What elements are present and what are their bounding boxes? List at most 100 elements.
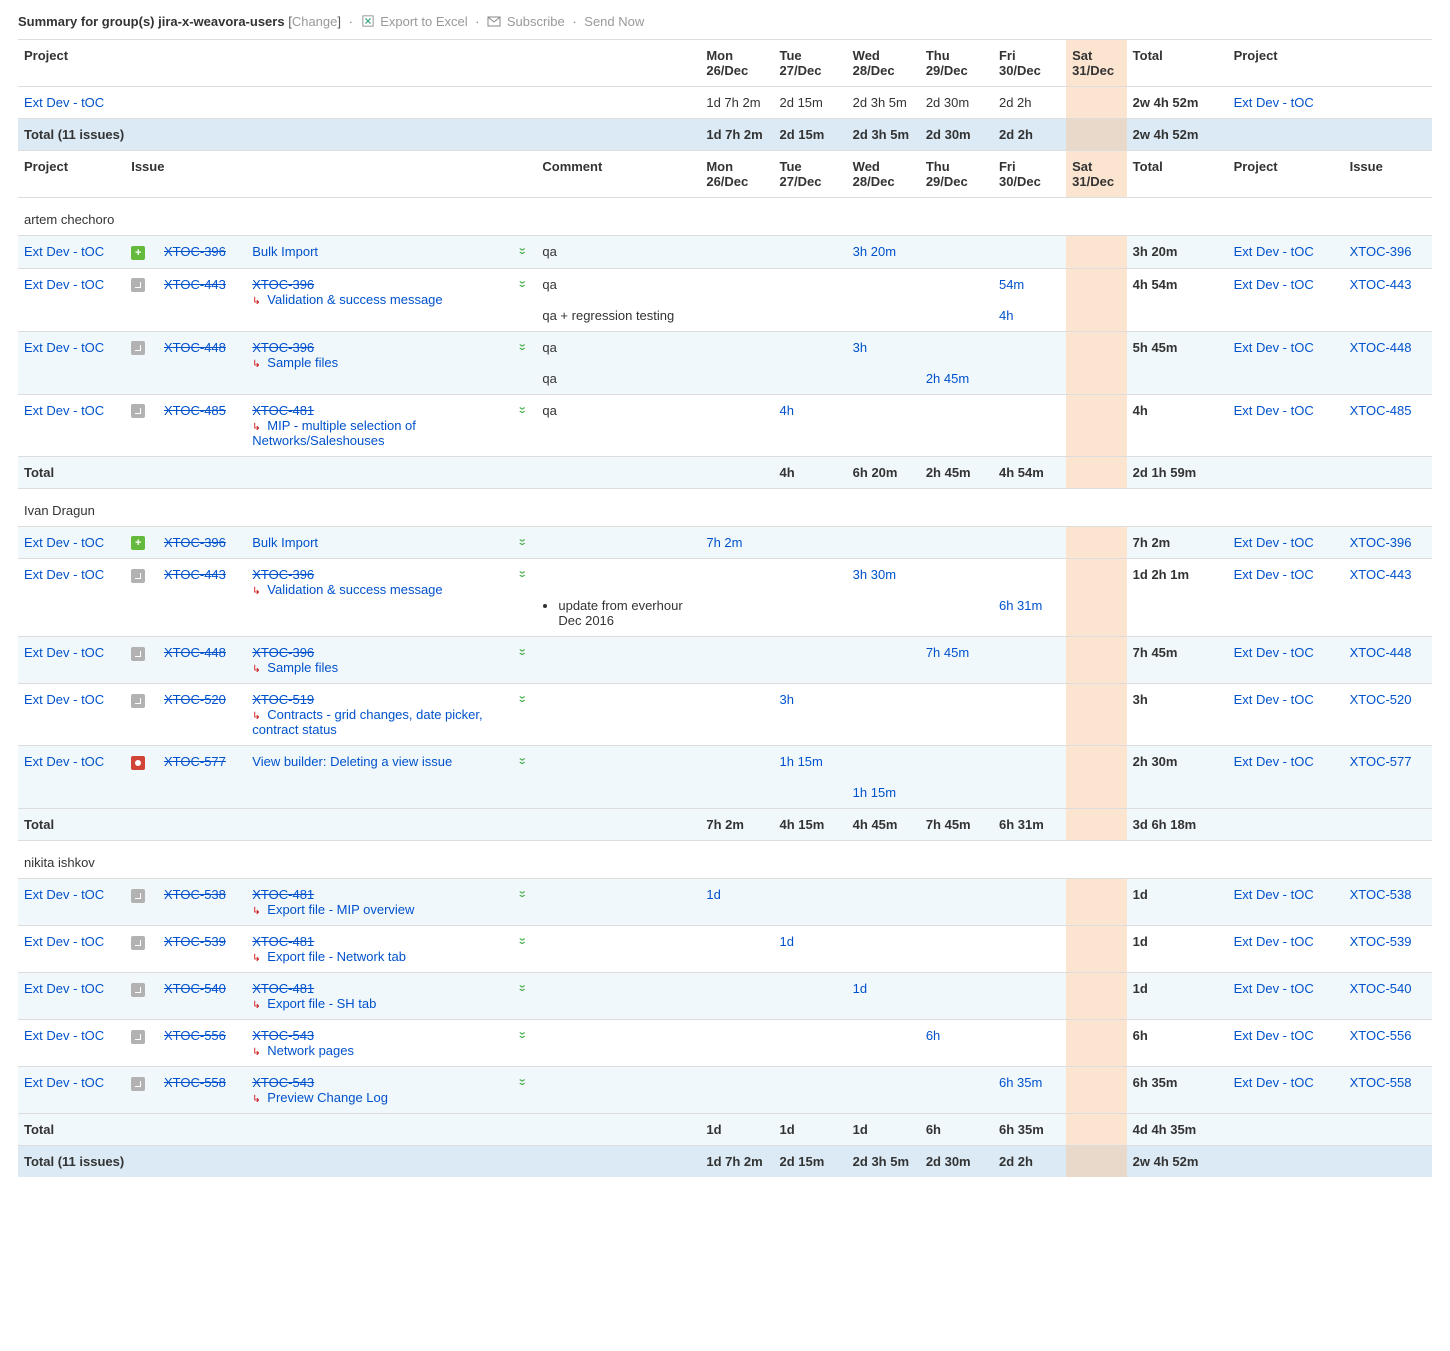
parent-issue-link[interactable]: XTOC-543: [252, 1075, 314, 1090]
project-link[interactable]: Ext Dev - tOC: [18, 268, 125, 331]
parent-issue-link[interactable]: XTOC-543: [252, 1028, 314, 1043]
worklog-link[interactable]: 2h 45m: [926, 371, 969, 386]
project-link-r[interactable]: Ext Dev - tOC: [1228, 394, 1344, 456]
day-cell[interactable]: 3h 20m: [847, 236, 920, 269]
issue-key-r[interactable]: XTOC-520: [1344, 684, 1432, 746]
expand-toggle[interactable]: [511, 879, 536, 926]
project-link[interactable]: Ext Dev - tOC: [18, 331, 125, 394]
project-link[interactable]: Ext Dev - tOC: [18, 879, 125, 926]
project-link[interactable]: Ext Dev - tOC: [18, 1067, 125, 1114]
expand-toggle[interactable]: [511, 526, 536, 559]
worklog-link[interactable]: 3h 30m: [853, 567, 896, 582]
subscribe-link[interactable]: Subscribe: [507, 14, 565, 29]
parent-issue-link[interactable]: XTOC-481: [252, 403, 314, 418]
issue-key[interactable]: XTOC-558: [158, 1067, 246, 1114]
issue-key[interactable]: XTOC-443: [158, 268, 246, 331]
project-link[interactable]: Ext Dev - tOC: [18, 973, 125, 1020]
day-cell[interactable]: 6h: [920, 1020, 993, 1067]
worklog-link[interactable]: 3h: [853, 340, 867, 355]
export-link[interactable]: Export to Excel: [380, 14, 467, 29]
worklog-link[interactable]: 1h 15m: [853, 785, 896, 800]
project-link-r[interactable]: Ext Dev - tOC: [1228, 879, 1344, 926]
issue-key[interactable]: XTOC-556: [158, 1020, 246, 1067]
chevron-double-down-icon[interactable]: [517, 937, 529, 944]
issue-detail-link[interactable]: View builder: Deleting a view issue: [252, 754, 452, 769]
chevron-double-down-icon[interactable]: [517, 1078, 529, 1085]
day-cell[interactable]: 1d: [847, 973, 920, 1020]
project-name-r[interactable]: Ext Dev - tOC: [1228, 87, 1432, 119]
project-link[interactable]: Ext Dev - tOC: [18, 559, 125, 637]
day-cell[interactable]: 6h 35m: [993, 1067, 1066, 1114]
project-link-r[interactable]: Ext Dev - tOC: [1228, 1067, 1344, 1114]
issue-key-r[interactable]: XTOC-538: [1344, 879, 1432, 926]
expand-toggle[interactable]: [511, 973, 536, 1020]
chevron-double-down-icon[interactable]: [517, 695, 529, 702]
issue-detail-link[interactable]: Validation & success message: [267, 582, 442, 597]
send-link[interactable]: Send Now: [584, 14, 644, 29]
project-link-r[interactable]: Ext Dev - tOC: [1228, 926, 1344, 973]
project-link-r[interactable]: Ext Dev - tOC: [1228, 526, 1344, 559]
parent-issue-link[interactable]: XTOC-481: [252, 934, 314, 949]
project-link-r[interactable]: Ext Dev - tOC: [1228, 1020, 1344, 1067]
issue-key[interactable]: XTOC-520: [158, 684, 246, 746]
worklog-link[interactable]: 7h 45m: [926, 645, 969, 660]
day-cell[interactable]: 54m: [993, 268, 1066, 300]
issue-detail-link[interactable]: MIP - multiple selection of Networks/Sal…: [252, 418, 416, 448]
issue-key-r[interactable]: XTOC-396: [1344, 236, 1432, 269]
expand-toggle[interactable]: [511, 394, 536, 456]
project-link-r[interactable]: Ext Dev - tOC: [1228, 684, 1344, 746]
issue-key[interactable]: XTOC-540: [158, 973, 246, 1020]
worklog-link[interactable]: 6h 35m: [999, 1075, 1042, 1090]
worklog-link[interactable]: 6h: [926, 1028, 940, 1043]
expand-toggle[interactable]: [511, 637, 536, 684]
issue-detail-link[interactable]: Export file - SH tab: [267, 996, 376, 1011]
issue-key-r[interactable]: XTOC-577: [1344, 746, 1432, 809]
issue-detail-link[interactable]: Contracts - grid changes, date picker, c…: [252, 707, 482, 737]
issue-detail-link[interactable]: Export file - Network tab: [267, 949, 406, 964]
issue-key[interactable]: XTOC-538: [158, 879, 246, 926]
issue-detail-link[interactable]: Preview Change Log: [267, 1090, 388, 1105]
issue-key[interactable]: XTOC-485: [158, 394, 246, 456]
issue-detail-link[interactable]: Sample files: [267, 660, 338, 675]
chevron-double-down-icon[interactable]: [517, 405, 529, 412]
day-cell[interactable]: 7h 2m: [700, 526, 773, 559]
issue-key[interactable]: XTOC-396: [158, 526, 246, 559]
issue-detail-link[interactable]: Export file - MIP overview: [267, 902, 414, 917]
project-link[interactable]: Ext Dev - tOC: [18, 926, 125, 973]
day-cell[interactable]: 1h 15m: [774, 746, 847, 778]
expand-toggle[interactable]: [511, 268, 536, 331]
worklog-link[interactable]: 7h 2m: [706, 535, 742, 550]
day-cell[interactable]: 1d: [774, 926, 847, 973]
chevron-double-down-icon[interactable]: [517, 279, 529, 286]
parent-issue-link[interactable]: XTOC-396: [252, 277, 314, 292]
project-link-r[interactable]: Ext Dev - tOC: [1228, 331, 1344, 394]
day-cell[interactable]: 4h: [993, 300, 1066, 332]
chevron-double-down-icon[interactable]: [517, 1031, 529, 1038]
day-cell[interactable]: 6h 31m: [993, 590, 1066, 637]
day-cell[interactable]: 1h 15m: [847, 777, 920, 809]
chevron-double-down-icon[interactable]: [517, 890, 529, 897]
project-link-r[interactable]: Ext Dev - tOC: [1228, 746, 1344, 809]
project-link-r[interactable]: Ext Dev - tOC: [1228, 236, 1344, 269]
project-link[interactable]: Ext Dev - tOC: [18, 637, 125, 684]
issue-key-r[interactable]: XTOC-485: [1344, 394, 1432, 456]
day-cell[interactable]: 3h: [847, 331, 920, 363]
issue-key-r[interactable]: XTOC-396: [1344, 526, 1432, 559]
issue-key-r[interactable]: XTOC-443: [1344, 559, 1432, 637]
expand-toggle[interactable]: [511, 1067, 536, 1114]
worklog-link[interactable]: 1d: [706, 887, 720, 902]
expand-toggle[interactable]: [511, 926, 536, 973]
chevron-double-down-icon[interactable]: [517, 247, 529, 254]
worklog-link[interactable]: 54m: [999, 277, 1024, 292]
expand-toggle[interactable]: [511, 236, 536, 269]
parent-issue-link[interactable]: XTOC-519: [252, 692, 314, 707]
issue-detail-link[interactable]: Validation & success message: [267, 292, 442, 307]
worklog-link[interactable]: 3h 20m: [853, 244, 896, 259]
issue-key-r[interactable]: XTOC-448: [1344, 331, 1432, 394]
worklog-link[interactable]: 1h 15m: [780, 754, 823, 769]
parent-issue-link[interactable]: XTOC-481: [252, 887, 314, 902]
chevron-double-down-icon[interactable]: [517, 570, 529, 577]
project-link-r[interactable]: Ext Dev - tOC: [1228, 973, 1344, 1020]
issue-key-r[interactable]: XTOC-539: [1344, 926, 1432, 973]
expand-toggle[interactable]: [511, 684, 536, 746]
